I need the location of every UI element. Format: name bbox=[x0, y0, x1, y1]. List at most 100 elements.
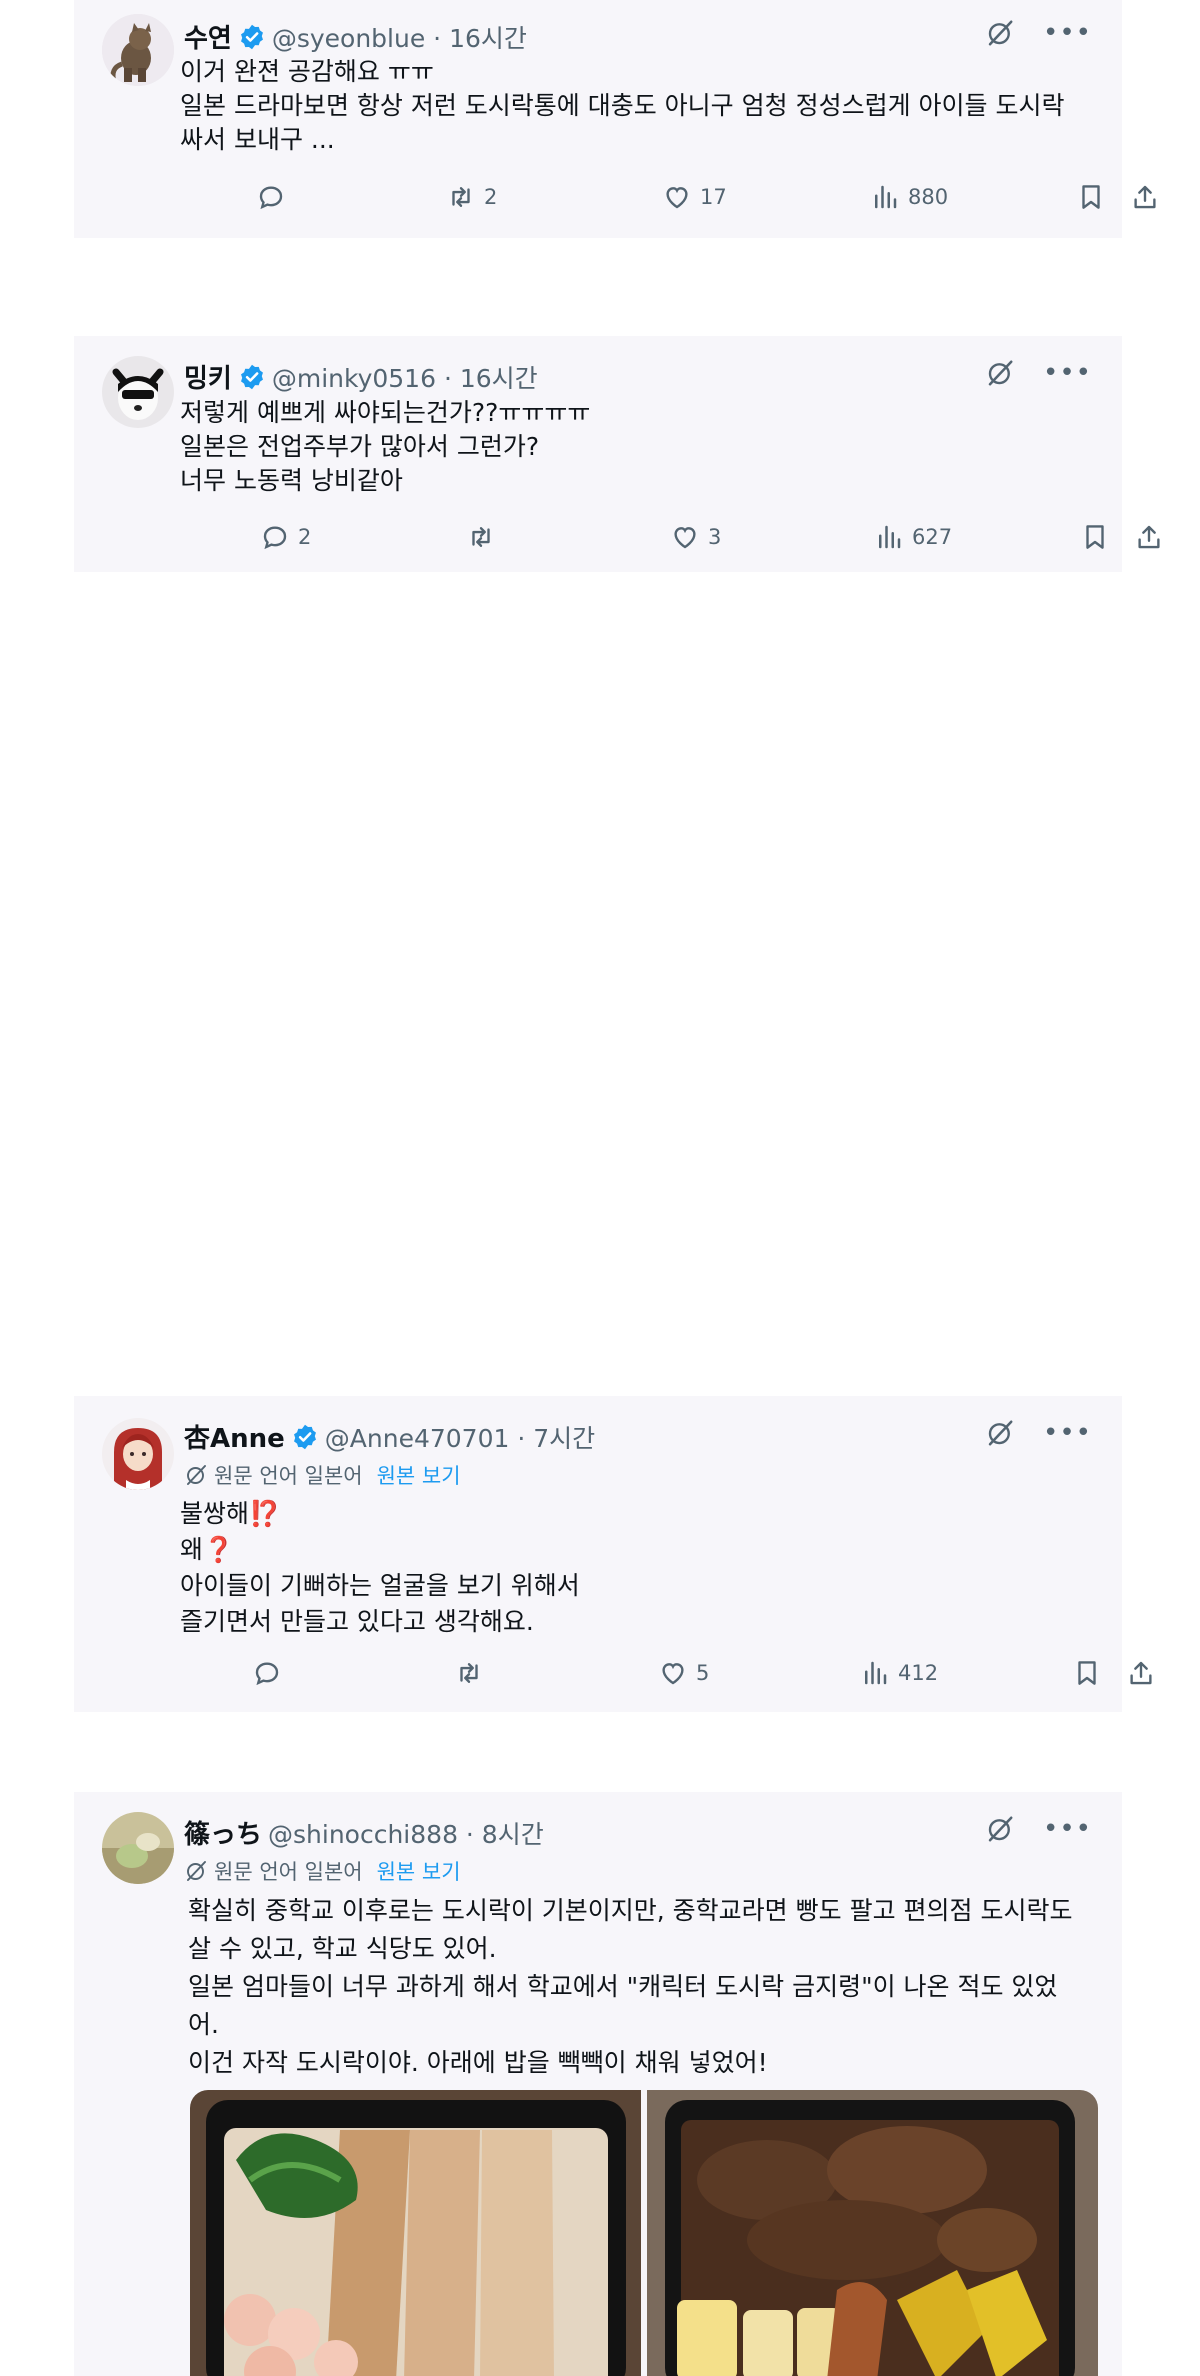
tweet-header: 수연 @syeonblue · 16시간 bbox=[184, 18, 527, 55]
tweet-card-1[interactable]: 수연 @syeonblue · 16시간 ••• 이거 완젼 공감해요 ㅠㅠ 일… bbox=[74, 0, 1122, 238]
share-icon bbox=[1134, 522, 1164, 552]
avatar-dog[interactable] bbox=[102, 356, 174, 428]
share-icon bbox=[1130, 182, 1160, 212]
translation-note: 원문 언어 일본어 원본 보기 bbox=[184, 1460, 461, 1490]
show-original-link[interactable]: 원본 보기 bbox=[377, 1856, 461, 1886]
retweet-button[interactable]: 2 bbox=[446, 182, 497, 212]
bento-photo-left[interactable] bbox=[190, 2090, 641, 2376]
tweet-header: 篠っち @shinocchi888 · 8시간 bbox=[184, 1814, 544, 1851]
reply-count: 2 bbox=[298, 525, 312, 549]
avatar-anne[interactable] bbox=[102, 1418, 174, 1490]
handle-time[interactable]: @syeonblue · 16시간 bbox=[272, 19, 527, 55]
handle-time[interactable]: @Anne470701 · 7시간 bbox=[325, 1419, 595, 1455]
action-bar: 2 17 880 bbox=[184, 182, 1092, 222]
action-bar: 2 3 627 bbox=[184, 522, 1092, 562]
like-button[interactable]: 17 bbox=[662, 182, 727, 212]
share-button[interactable] bbox=[1130, 182, 1160, 212]
tweet-line: 이건 자작 도시락이야. 아래에 밥을 빽빽이 채워 넣었어! bbox=[188, 2048, 768, 2077]
like-count: 17 bbox=[700, 185, 727, 209]
like-button[interactable]: 3 bbox=[670, 522, 721, 552]
reply-button[interactable]: 2 bbox=[260, 522, 311, 552]
grok-icon[interactable] bbox=[985, 18, 1015, 48]
translate-icon bbox=[184, 1859, 208, 1883]
display-name[interactable]: 수연 bbox=[184, 18, 232, 55]
more-icon[interactable]: ••• bbox=[1043, 20, 1092, 46]
verified-badge-icon bbox=[238, 23, 266, 51]
view-count: 880 bbox=[908, 185, 949, 209]
handle-time[interactable]: @shinocchi888 · 8시간 bbox=[268, 1815, 544, 1851]
translate-icon bbox=[184, 1463, 208, 1487]
heart-icon bbox=[670, 522, 700, 552]
more-icon[interactable]: ••• bbox=[1043, 1420, 1092, 1446]
more-icon[interactable]: ••• bbox=[1043, 360, 1092, 386]
tweet-line: 이거 완젼 공감해요 ㅠㅠ bbox=[180, 57, 434, 86]
bookmark-button[interactable] bbox=[1080, 522, 1110, 552]
avatar-cat[interactable] bbox=[102, 14, 174, 86]
tweet-header: 밍키 @minky0516 · 16시간 bbox=[184, 358, 538, 395]
tweet-text: 불쌍해⁉️ 왜❓ 아이들이 기뻐하는 얼굴을 보기 위해서 즐기면서 만들고 있… bbox=[180, 1496, 1092, 1640]
like-count: 5 bbox=[696, 1661, 710, 1685]
retweet-count: 2 bbox=[484, 185, 498, 209]
display-name[interactable]: 篠っち bbox=[184, 1814, 262, 1851]
tweet-card-2[interactable]: 밍키 @minky0516 · 16시간 ••• 저렇게 예쁘게 싸야되는건가?… bbox=[74, 336, 1122, 572]
tweet-line: 아이들이 기뻐하는 얼굴을 보기 위해서 bbox=[180, 1571, 580, 1600]
views-button[interactable]: 880 bbox=[870, 182, 948, 212]
views-button[interactable]: 627 bbox=[874, 522, 952, 552]
bookmark-button[interactable] bbox=[1072, 1658, 1102, 1688]
display-name[interactable]: 밍키 bbox=[184, 358, 232, 395]
view-count: 412 bbox=[898, 1661, 939, 1685]
action-bar: 5 412 bbox=[184, 1658, 1092, 1698]
reply-button[interactable] bbox=[252, 1658, 290, 1688]
verified-badge-icon bbox=[238, 363, 266, 391]
like-count: 3 bbox=[708, 525, 722, 549]
grok-icon[interactable] bbox=[985, 358, 1015, 388]
bookmark-icon bbox=[1076, 182, 1106, 212]
bento-photo-right[interactable] bbox=[647, 2090, 1098, 2376]
display-name[interactable]: 杏Anne bbox=[184, 1418, 285, 1455]
show-original-link[interactable]: 원본 보기 bbox=[377, 1460, 461, 1490]
share-icon bbox=[1126, 1658, 1156, 1688]
tweet-line: 싸서 보내구 ... bbox=[180, 125, 335, 154]
tweet-line: 일본 엄마들이 너무 과하게 해서 학교에서 "캐릭터 도시락 금지령"이 나온… bbox=[188, 1972, 1058, 2001]
verified-badge-icon bbox=[291, 1423, 319, 1451]
tweet-line: 일본 드라마보면 항상 저런 도시락통에 대충도 아니구 엄청 정성스럽게 아이… bbox=[180, 91, 1065, 120]
views-button[interactable]: 412 bbox=[860, 1658, 938, 1688]
tweet-text: 확실히 중학교 이후로는 도시락이 기본이지만, 중학교라면 빵도 팔고 편의점… bbox=[188, 1892, 1092, 2082]
views-icon bbox=[870, 182, 900, 212]
tweet-media[interactable] bbox=[190, 2090, 1098, 2376]
reply-icon bbox=[256, 182, 286, 212]
bookmark-icon bbox=[1080, 522, 1110, 552]
grok-icon[interactable] bbox=[985, 1418, 1015, 1448]
reply-button[interactable] bbox=[256, 182, 294, 212]
tweet-line: 불쌍해⁉️ bbox=[180, 1499, 281, 1528]
reply-icon bbox=[252, 1658, 282, 1688]
tweet-text: 이거 완젼 공감해요 ㅠㅠ 일본 드라마보면 항상 저런 도시락통에 대충도 아… bbox=[180, 55, 1092, 157]
grok-icon[interactable] bbox=[985, 1814, 1015, 1844]
bookmark-button[interactable] bbox=[1076, 182, 1106, 212]
heart-icon bbox=[662, 182, 692, 212]
share-button[interactable] bbox=[1126, 1658, 1156, 1688]
bookmark-icon bbox=[1072, 1658, 1102, 1688]
tweet-line: 어. bbox=[188, 2010, 219, 2039]
like-button[interactable]: 5 bbox=[658, 1658, 709, 1688]
tweet-line: 즐기면서 만들고 있다고 생각해요. bbox=[180, 1607, 534, 1636]
tweet-line: 저렇게 예쁘게 싸야되는건가??ㅠㅠㅠㅠ bbox=[180, 398, 591, 427]
avatar-shinocchi[interactable] bbox=[102, 1812, 174, 1884]
reply-icon bbox=[260, 522, 290, 552]
tweet-line: 왜❓ bbox=[180, 1535, 235, 1564]
translation-note: 원문 언어 일본어 원본 보기 bbox=[184, 1856, 461, 1886]
translation-label: 원문 언어 일본어 bbox=[214, 1860, 363, 1884]
more-icon[interactable]: ••• bbox=[1043, 1816, 1092, 1842]
share-button[interactable] bbox=[1134, 522, 1164, 552]
views-icon bbox=[860, 1658, 890, 1688]
tweet-header: 杏Anne @Anne470701 · 7시간 bbox=[184, 1418, 595, 1455]
view-count: 627 bbox=[912, 525, 953, 549]
handle-time[interactable]: @minky0516 · 16시간 bbox=[272, 359, 538, 395]
tweet-line: 살 수 있고, 학교 식당도 있어. bbox=[188, 1934, 497, 1963]
retweet-icon bbox=[446, 182, 476, 212]
heart-icon bbox=[658, 1658, 688, 1688]
tweet-line: 확실히 중학교 이후로는 도시락이 기본이지만, 중학교라면 빵도 팔고 편의점… bbox=[188, 1896, 1073, 1925]
retweet-button[interactable] bbox=[454, 1658, 492, 1688]
retweet-button[interactable] bbox=[466, 522, 504, 552]
tweet-card-3[interactable]: 杏Anne @Anne470701 · 7시간 ••• 원문 언어 일본어 원본… bbox=[74, 1396, 1122, 1712]
